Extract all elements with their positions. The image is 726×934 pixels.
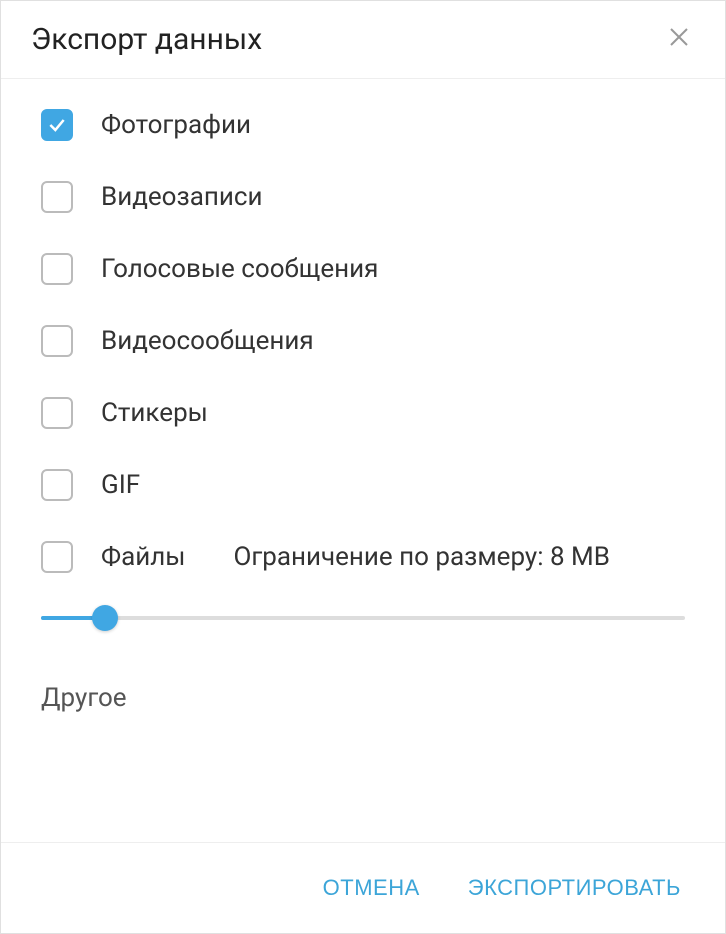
close-icon	[667, 25, 691, 49]
export-dialog: Экспорт данных Фотографии Видеозаписи Го…	[0, 0, 726, 934]
dialog-title: Экспорт данных	[31, 22, 262, 57]
option-photos[interactable]: Фотографии	[41, 109, 685, 141]
option-files[interactable]: Файлы Ограничение по размеру: 8 MB	[41, 541, 685, 573]
checkbox-voice[interactable]	[41, 253, 73, 285]
checkbox-videomsg[interactable]	[41, 325, 73, 357]
checkbox-gif[interactable]	[41, 469, 73, 501]
check-icon	[47, 115, 67, 135]
checkbox-photos[interactable]	[41, 109, 73, 141]
option-stickers[interactable]: Стикеры	[41, 397, 685, 429]
dialog-content[interactable]: Фотографии Видеозаписи Голосовые сообщен…	[1, 79, 725, 842]
option-videos[interactable]: Видеозаписи	[41, 181, 685, 213]
label-videos: Видеозаписи	[101, 182, 685, 212]
label-videomsg: Видеосообщения	[101, 326, 685, 356]
checkbox-stickers[interactable]	[41, 397, 73, 429]
option-gif[interactable]: GIF	[41, 469, 685, 501]
size-slider[interactable]	[41, 603, 685, 633]
dialog-footer: ОТМЕНА ЭКСПОРТИРОВАТЬ	[1, 842, 725, 933]
export-button[interactable]: ЭКСПОРТИРОВАТЬ	[464, 869, 685, 907]
label-photos: Фотографии	[101, 110, 685, 140]
section-other: Другое	[41, 683, 685, 713]
label-voice: Голосовые сообщения	[101, 254, 685, 284]
size-limit-label: Ограничение по размеру: 8 MB	[233, 542, 609, 572]
close-button[interactable]	[663, 21, 695, 58]
label-files: Файлы	[101, 542, 185, 572]
slider-track	[41, 616, 685, 620]
label-stickers: Стикеры	[101, 398, 685, 428]
checkbox-files[interactable]	[41, 541, 73, 573]
option-videomsg[interactable]: Видеосообщения	[41, 325, 685, 357]
checkbox-videos[interactable]	[41, 181, 73, 213]
label-gif: GIF	[101, 470, 685, 500]
cancel-button[interactable]: ОТМЕНА	[319, 869, 424, 907]
slider-thumb[interactable]	[92, 605, 118, 631]
dialog-header: Экспорт данных	[1, 1, 725, 79]
option-voice[interactable]: Голосовые сообщения	[41, 253, 685, 285]
